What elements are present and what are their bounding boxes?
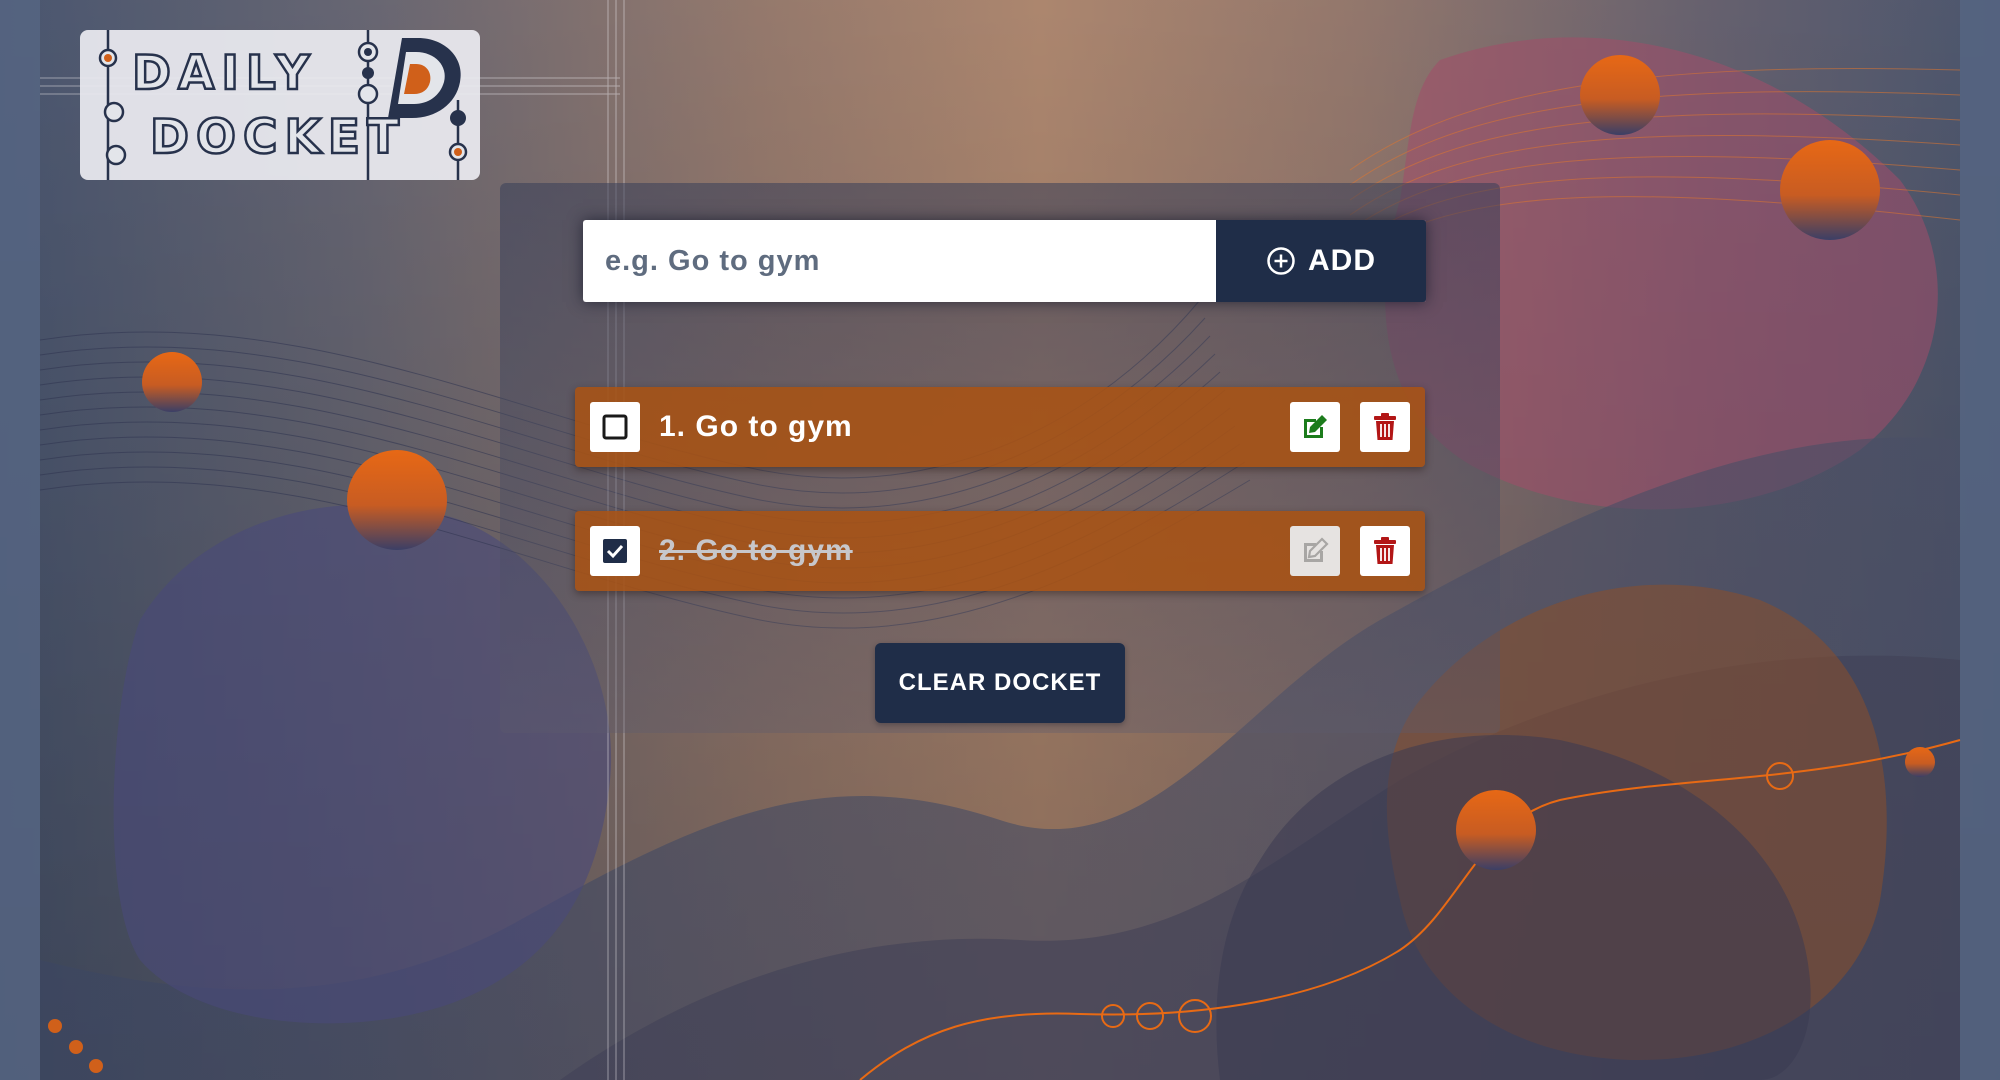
task-item: 1. Go to gym bbox=[575, 387, 1425, 467]
logo-text-line-2: DOCKET bbox=[149, 110, 407, 165]
plus-circle-icon bbox=[1266, 246, 1296, 276]
trash-icon bbox=[1374, 537, 1396, 564]
edit-icon bbox=[1304, 415, 1327, 438]
add-button[interactable]: ADD bbox=[1216, 220, 1426, 302]
task-checkbox[interactable] bbox=[590, 402, 640, 452]
edit-icon bbox=[1304, 537, 1329, 562]
delete-task-button[interactable] bbox=[1360, 526, 1410, 576]
task-input[interactable] bbox=[583, 220, 1216, 302]
edit-task-button[interactable] bbox=[1290, 402, 1340, 452]
task-label: 1. Go to gym bbox=[659, 410, 853, 443]
trash-icon bbox=[1374, 413, 1396, 440]
edit-task-button[interactable] bbox=[1290, 526, 1340, 576]
task-label: 2. Go to gym bbox=[659, 534, 853, 567]
task-checkbox[interactable] bbox=[590, 526, 640, 576]
app-logo[interactable]: DAILY DOCKET bbox=[80, 30, 480, 180]
task-item: 2. Go to gym bbox=[575, 511, 1425, 591]
delete-task-button[interactable] bbox=[1360, 402, 1410, 452]
add-task-form: ADD bbox=[583, 220, 1426, 302]
checkbox-checked-icon bbox=[603, 539, 627, 563]
checkbox-empty-icon bbox=[602, 414, 628, 440]
logo-text-line-1: DAILY bbox=[131, 46, 317, 101]
add-button-label: ADD bbox=[1308, 244, 1376, 277]
clear-docket-button[interactable]: CLEAR DOCKET bbox=[875, 643, 1125, 723]
